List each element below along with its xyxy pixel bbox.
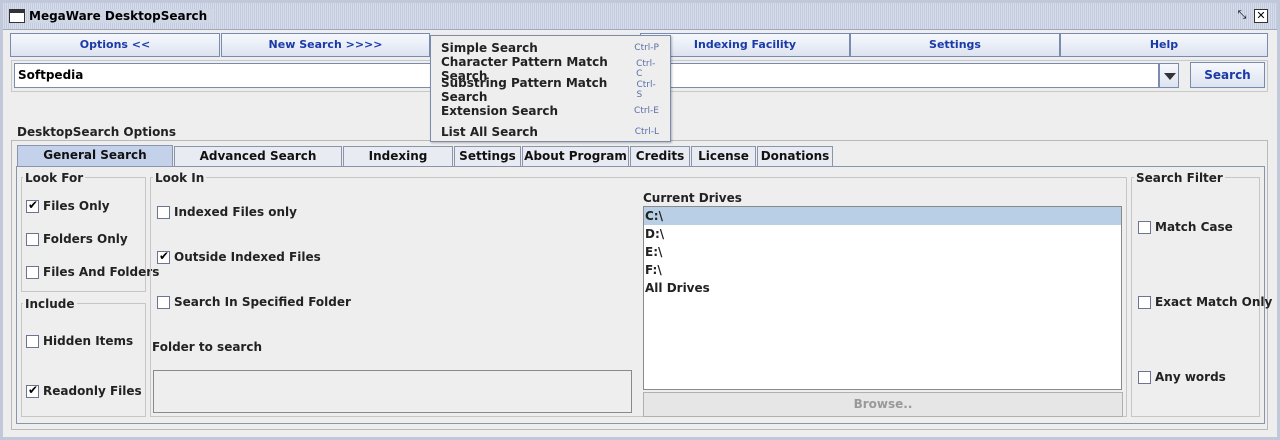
menu-item-extension-search[interactable]: Extension Search Ctrl-E: [432, 100, 669, 121]
menu-item-accelerator: Ctrl-P: [634, 42, 659, 53]
readonly-files-checkbox[interactable]: Readonly Files: [26, 383, 142, 398]
checkbox-icon[interactable]: [26, 334, 39, 348]
menu-item-label: Simple Search: [441, 40, 538, 55]
menu-item-accelerator: Ctrl-L: [634, 126, 659, 137]
exact-match-only-label: Exact Match Only: [1155, 295, 1273, 309]
checkbox-icon[interactable]: [157, 205, 170, 219]
outside-indexed-files-label: Outside Indexed Files: [174, 250, 321, 264]
checkbox-icon[interactable]: [157, 295, 170, 309]
exact-match-only-checkbox[interactable]: Exact Match Only: [1138, 295, 1272, 309]
match-case-label: Match Case: [1155, 220, 1233, 234]
menu-item-label: List All Search: [441, 124, 538, 139]
checkbox-checked-icon[interactable]: [26, 198, 39, 213]
new-search-button[interactable]: New Search >>>>: [221, 33, 430, 57]
restore-icon[interactable]: ⤡: [1235, 9, 1249, 23]
search-in-specified-folder-label: Search In Specified Folder: [174, 295, 351, 309]
hidden-items-checkbox[interactable]: Hidden Items: [26, 334, 133, 348]
folder-to-search-label: Folder to search: [152, 340, 263, 354]
tab-advanced-search-filtering[interactable]: Advanced Search Filtering: [174, 146, 342, 182]
window-title: MegaWare DesktopSearch: [29, 9, 214, 23]
files-only-checkbox[interactable]: Files Only: [26, 198, 110, 213]
checkbox-icon[interactable]: [26, 232, 39, 246]
settings-button[interactable]: Settings: [850, 33, 1060, 57]
checkbox-icon[interactable]: [26, 265, 39, 279]
any-words-label: Any words: [1155, 370, 1226, 384]
tab-settings[interactable]: Settings: [454, 146, 521, 166]
list-item[interactable]: F:\: [644, 261, 1121, 279]
list-item[interactable]: All Drives: [644, 279, 1121, 297]
tab-general-search-options[interactable]: General Search Options: [17, 145, 173, 181]
menu-item-accelerator: Ctrl-E: [634, 105, 659, 116]
hidden-items-label: Hidden Items: [43, 334, 134, 348]
checkbox-icon[interactable]: [1138, 295, 1151, 309]
look-in-title: Look In: [153, 171, 207, 185]
window-icon: [9, 9, 25, 23]
list-item[interactable]: E:\: [644, 243, 1121, 261]
drives-list[interactable]: C:\ D:\ E:\ F:\ All Drives: [643, 206, 1122, 390]
search-button[interactable]: Search: [1190, 62, 1265, 88]
tab-donations[interactable]: Donations: [757, 146, 833, 166]
checkbox-checked-icon[interactable]: [157, 249, 170, 264]
list-item[interactable]: D:\: [644, 225, 1121, 243]
indexed-files-only-label: Indexed Files only: [174, 205, 297, 219]
menu-item-label: Extension Search: [441, 103, 559, 118]
folders-only-label: Folders Only: [43, 232, 128, 246]
include-title: Include: [23, 297, 77, 311]
search-filter-title: Search Filter: [1134, 171, 1225, 185]
outside-indexed-files-checkbox[interactable]: Outside Indexed Files: [157, 249, 321, 264]
menu-item-list-all-search[interactable]: List All Search Ctrl-L: [432, 121, 669, 142]
files-and-folders-label: Files And Folders: [43, 265, 160, 279]
indexed-files-only-checkbox[interactable]: Indexed Files only: [157, 205, 297, 219]
menu-item-accelerator: Ctrl-C: [636, 58, 656, 79]
list-item[interactable]: C:\: [644, 207, 1121, 225]
any-words-checkbox[interactable]: Any words: [1138, 370, 1226, 384]
tab-about-program[interactable]: About Program: [522, 146, 629, 166]
help-button[interactable]: Help: [1060, 33, 1268, 57]
folder-to-search-field[interactable]: [153, 370, 632, 413]
files-only-label: Files Only: [43, 199, 110, 213]
chevron-down-icon[interactable]: [1159, 63, 1179, 88]
tab-indexing-facility[interactable]: Indexing Facility: [343, 146, 453, 182]
readonly-files-label: Readonly Files: [43, 384, 142, 398]
checkbox-icon[interactable]: [1138, 220, 1151, 234]
folders-only-checkbox[interactable]: Folders Only: [26, 232, 128, 246]
tab-credits[interactable]: Credits: [630, 146, 690, 166]
close-icon[interactable]: ✕: [1254, 9, 1268, 23]
current-drives-label: Current Drives: [643, 191, 742, 205]
look-for-title: Look For: [23, 171, 86, 185]
match-case-checkbox[interactable]: Match Case: [1138, 220, 1233, 234]
tab-license[interactable]: License: [691, 146, 756, 166]
new-search-menu: Simple Search Ctrl-P Character Pattern M…: [430, 35, 671, 142]
menu-item-substring-pattern-match-search[interactable]: Substring Pattern Match Search Ctrl-S: [432, 76, 669, 104]
checkbox-icon[interactable]: [1138, 370, 1151, 384]
options-toggle-button[interactable]: Options <<: [10, 33, 220, 57]
indexing-facility-button[interactable]: Indexing Facility: [640, 33, 850, 57]
files-and-folders-checkbox[interactable]: Files And Folders: [26, 265, 159, 279]
browse-button[interactable]: Browse..: [643, 392, 1123, 417]
menu-item-accelerator: Ctrl-S: [636, 79, 656, 100]
checkbox-checked-icon[interactable]: [26, 383, 39, 398]
options-title: DesktopSearch Options: [17, 125, 178, 139]
include-group: [21, 303, 146, 417]
search-in-specified-folder-checkbox[interactable]: Search In Specified Folder: [157, 295, 351, 309]
title-bar[interactable]: MegaWare DesktopSearch ⤡ ✕: [3, 3, 1277, 30]
